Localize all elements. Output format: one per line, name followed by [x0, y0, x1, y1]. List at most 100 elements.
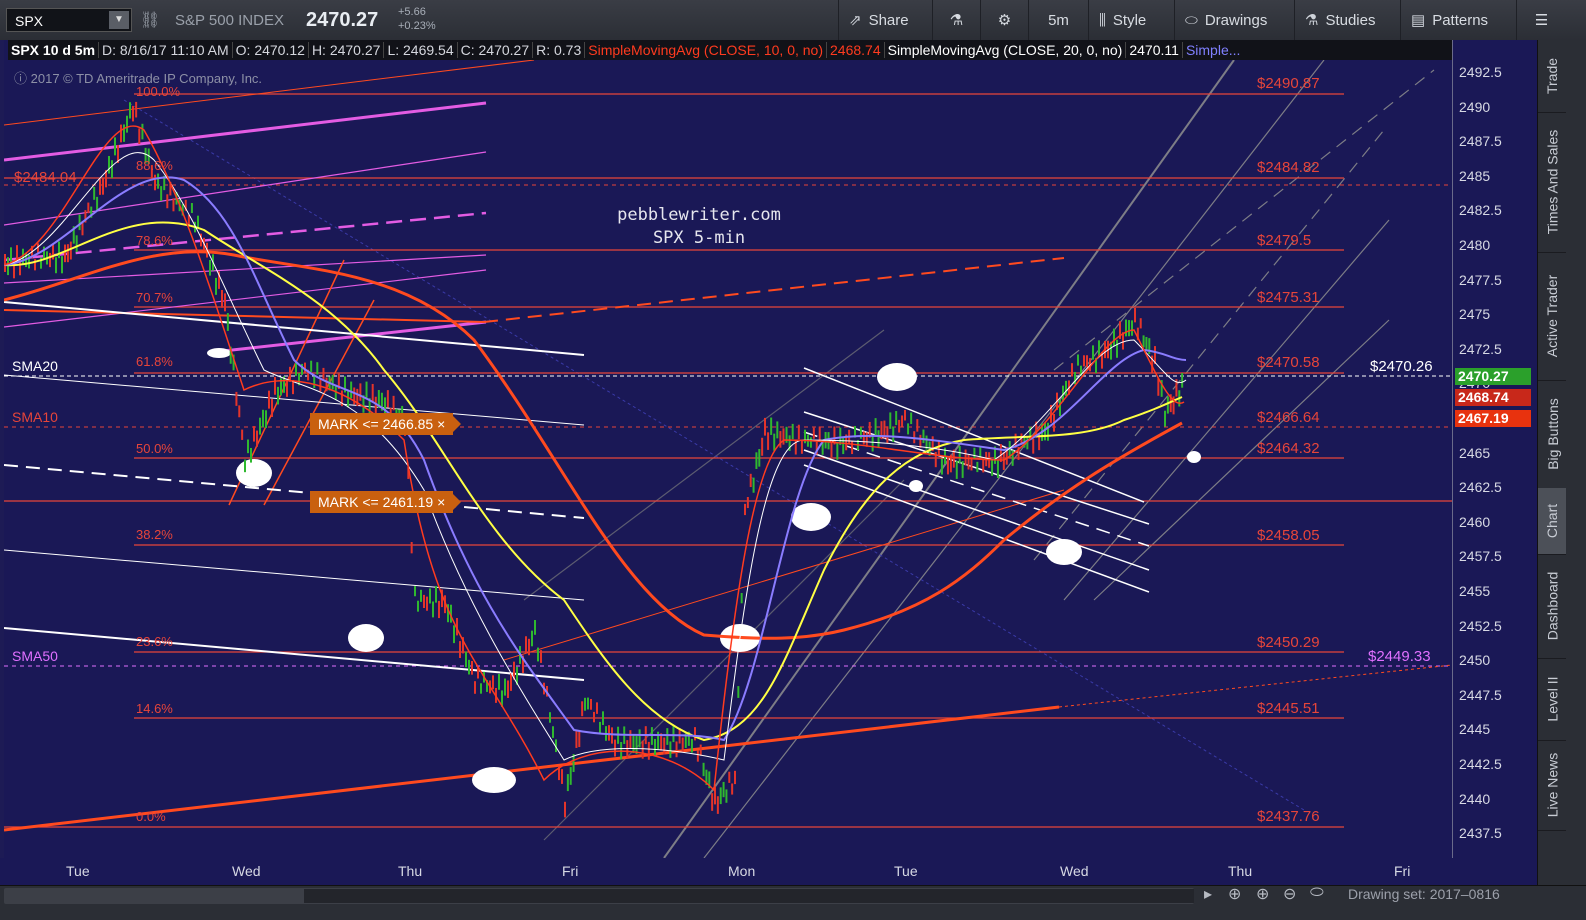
candle: [740, 593, 743, 604]
candle: [417, 600, 419, 612]
tab-trade[interactable]: Trade: [1538, 40, 1567, 113]
candle: [197, 215, 199, 228]
settings-button[interactable]: ⚙: [980, 0, 1028, 40]
share-button[interactable]: ⇗ Share: [838, 0, 932, 40]
candle: [540, 650, 542, 663]
patterns-button[interactable]: ▤ Patterns: [1400, 0, 1516, 40]
candle: [666, 728, 669, 745]
candle: [111, 160, 113, 179]
candle: [596, 702, 598, 714]
tab-big-buttons-label: Big Buttons: [1544, 398, 1561, 470]
time-tick: Fri: [562, 863, 579, 879]
candle: [744, 503, 746, 516]
candle: [126, 115, 128, 133]
candle: [647, 741, 650, 760]
candle: [410, 541, 413, 554]
studies-label: Studies: [1325, 11, 1376, 29]
sma10-label: SMA10: [12, 409, 58, 425]
price-chart[interactable]: [4, 40, 1452, 858]
tab-times-and-sales[interactable]: Times And Sales: [1538, 112, 1567, 253]
sma10-study-label[interactable]: SimpleMovingAvg (CLOSE, 10, 0, no): [585, 42, 827, 58]
last-price: 2470.27: [306, 9, 379, 31]
candle: [566, 774, 569, 792]
drawing-set-label[interactable]: Drawing set: 2017–0816: [1348, 886, 1500, 902]
chart-area[interactable]: SPX 10 d 5m D: 8/16/17 11:10 AM O: 2470.12…: [0, 40, 1538, 885]
style-button[interactable]: ⫼ Style: [1088, 0, 1174, 40]
candle: [141, 123, 144, 140]
candle: [331, 374, 334, 390]
candle: [654, 738, 656, 757]
zoom-in-icon[interactable]: ⊕: [1256, 884, 1269, 904]
candle: [359, 383, 362, 401]
candle: [638, 729, 641, 748]
time-tick: Fri: [1394, 863, 1411, 879]
tab-big-buttons[interactable]: Big Buttons: [1538, 380, 1567, 489]
price-2484-label: $2484.04: [14, 169, 77, 186]
candle: [371, 383, 374, 402]
candle: [1071, 363, 1073, 377]
studies-button[interactable]: ⚗ Studies: [1294, 0, 1400, 40]
plot-area[interactable]: SPX 10 d 5m D: 8/16/17 11:10 AM O: 2470.12…: [4, 40, 1452, 858]
candle: [1092, 345, 1094, 360]
candle: [426, 596, 428, 611]
candle: [1181, 373, 1184, 388]
fib-percent-label: 88.6%: [136, 158, 173, 173]
flask-button[interactable]: ⚗: [932, 0, 980, 40]
zoom-out-icon[interactable]: ⊖: [1283, 884, 1296, 904]
candle: [614, 739, 616, 757]
symbol-text: SPX: [15, 13, 44, 29]
drawings-button[interactable]: ⬭ Drawings: [1174, 0, 1294, 40]
price-tick: 2447.5: [1459, 686, 1502, 703]
sma20-study-label[interactable]: SimpleMovingAvg (CLOSE, 20, 0, no): [884, 42, 1127, 58]
price-alert-mark-2[interactable]: MARK <= 2461.19 ×: [310, 491, 462, 513]
candle: [268, 390, 270, 409]
drawing-tool-icon[interactable]: ⬭: [1310, 884, 1324, 902]
candle: [791, 423, 794, 440]
candle: [429, 588, 431, 604]
crosshair-icon[interactable]: ⊕: [1228, 884, 1241, 904]
candle: [690, 738, 693, 753]
candle: [770, 417, 773, 435]
more-studies[interactable]: Simple...: [1183, 42, 1243, 58]
candle: [809, 437, 812, 448]
candle: [675, 741, 678, 758]
tab-dashboard[interactable]: Dashboard: [1538, 554, 1567, 659]
tab-live-news[interactable]: Live News: [1538, 740, 1567, 831]
candle: [114, 137, 116, 156]
candle: [1098, 340, 1100, 357]
candle: [172, 198, 175, 212]
candle: [157, 173, 160, 189]
share-label: Share: [868, 11, 909, 29]
bottom-bar: ▸ ⊕ ⊕ ⊖ ⬭ Drawing set: 2017–0816: [0, 884, 1586, 920]
candle: [498, 674, 500, 690]
candle: [1113, 328, 1115, 347]
timeframe-label: 5m: [1048, 11, 1069, 29]
tab-active-trader[interactable]: Active Trader: [1538, 252, 1567, 381]
candle: [752, 477, 755, 493]
candle: [904, 409, 906, 421]
tab-level-ii[interactable]: Level II: [1538, 658, 1567, 741]
tab-active-trader-label: Active Trader: [1544, 274, 1561, 358]
timeframe-button[interactable]: 5m: [1028, 0, 1088, 40]
vertical-scrollbar[interactable]: [1566, 40, 1586, 885]
info-icon: ⓘ: [14, 71, 31, 86]
fib-price-label: $2470.58: [1257, 354, 1320, 371]
scroll-thumb[interactable]: [304, 889, 1194, 903]
flask-icon: ⚗: [949, 12, 964, 29]
menu-icon: ☰: [1534, 12, 1549, 29]
time-axis[interactable]: Tue Wed Thu Fri Mon Tue Wed Thu Fri: [0, 858, 1537, 885]
symbol-selector[interactable]: SPX ▼: [6, 8, 132, 32]
play-icon[interactable]: ▸: [1204, 884, 1212, 904]
price-axis[interactable]: 2492.5 2490 2487.5 2485 2482.5 2480 2477.5 2475…: [1452, 40, 1538, 858]
price-tick: 2485: [1459, 167, 1491, 184]
horizontal-scrollbar[interactable]: [4, 888, 1194, 904]
symbol-period: SPX 10 d 5m: [8, 42, 100, 58]
menu-button[interactable]: ☰: [1516, 0, 1566, 40]
candle: [241, 429, 244, 440]
chevron-down-icon[interactable]: ▼: [109, 11, 129, 29]
fib-percent-label: 61.8%: [136, 354, 173, 369]
price-alert-mark-1[interactable]: MARK <= 2466.85 ×: [310, 413, 462, 435]
tab-chart[interactable]: Chart: [1538, 488, 1567, 555]
candle: [737, 686, 740, 698]
link-icon[interactable]: ⛓: [140, 10, 160, 30]
